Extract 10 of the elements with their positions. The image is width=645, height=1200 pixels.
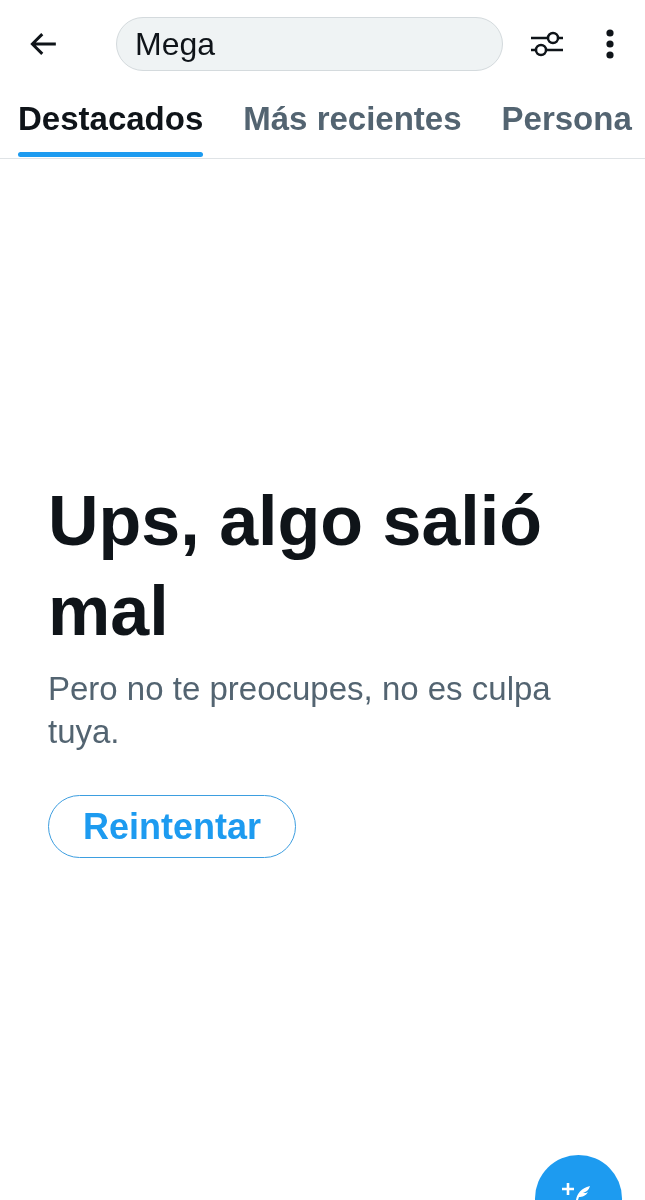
- search-field[interactable]: Mega: [116, 17, 503, 71]
- more-vertical-icon: [606, 29, 614, 59]
- tab[interactable]: Destacados: [18, 88, 204, 158]
- sliders-icon: [530, 29, 564, 59]
- feather-plus-icon: [562, 1180, 592, 1200]
- back-arrow-icon: [30, 33, 56, 55]
- tab[interactable]: Más recientes: [243, 88, 462, 158]
- error-title: Ups, algo salió mal: [48, 481, 543, 652]
- tab[interactable]: Persona: [501, 88, 632, 158]
- error-message: Pero no te preocupes, no es culpa tuya.: [48, 669, 552, 752]
